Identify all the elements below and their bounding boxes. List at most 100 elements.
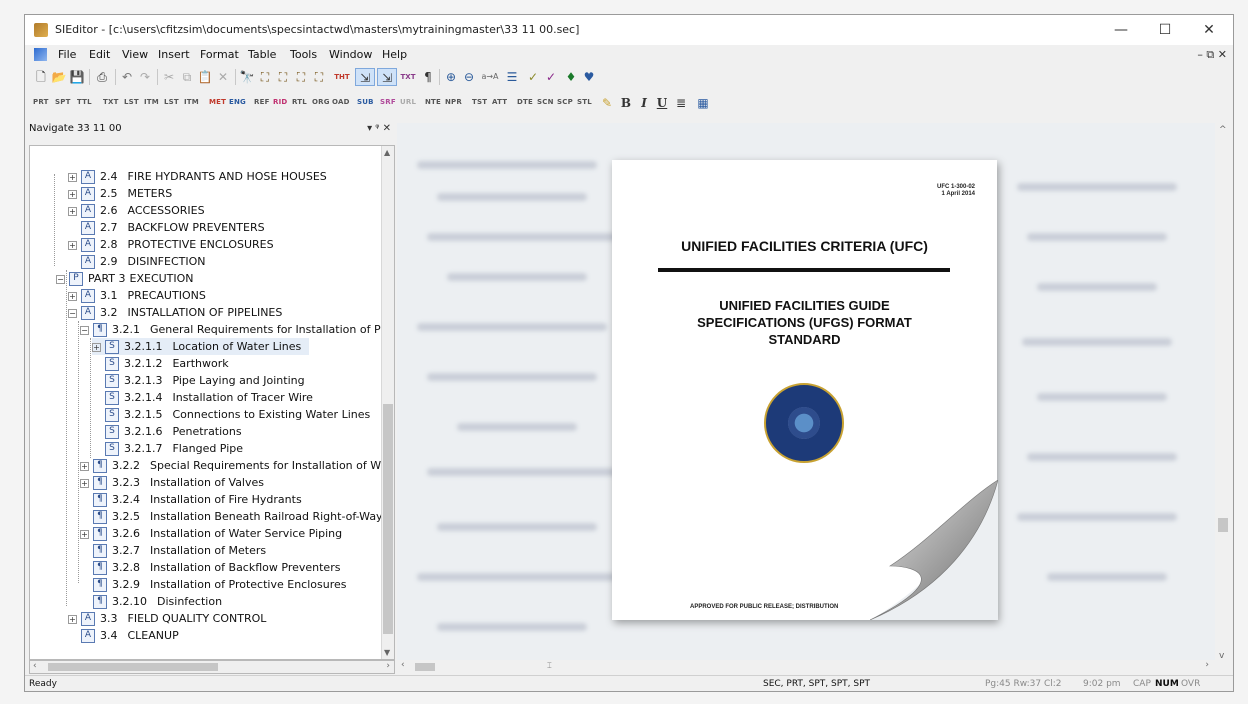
tree-node[interactable]: ¶ 3.2.9 Installation of Protective Enclosu… [93,576,346,593]
menu-format[interactable]: Format [200,48,239,61]
expand-icon[interactable]: + [80,461,89,471]
find-previous-icon[interactable]: ⛶ [275,68,291,86]
tag-stl-button[interactable]: STL [577,98,592,106]
mdi-window-controls[interactable]: – ⧉ ✕ [1197,48,1227,62]
tag-oad-button[interactable]: OAD [332,98,350,106]
maximize-button[interactable]: ☐ [1147,17,1183,43]
underline-button[interactable]: U [655,94,669,112]
tree-node[interactable]: ¶ 3.2.10 Disinfection [93,593,222,610]
document-icon[interactable] [34,48,47,61]
scrollbar-thumb[interactable] [383,404,393,634]
scroll-right-icon[interactable]: › [386,661,390,671]
navigator-vertical-scrollbar[interactable]: ▲ ▼ [381,146,394,659]
menu-table[interactable]: Table [248,48,276,61]
expand-icon[interactable]: + [80,478,89,488]
tree-node[interactable]: + A 3.3 FIELD QUALITY CONTROL [68,610,266,627]
tree-node[interactable]: + ¶ 3.2.6 Installation of Water Service Pip… [80,525,342,542]
open-icon[interactable]: 📂 [51,68,67,86]
show-tags-icon[interactable]: ⇲ [355,68,375,86]
tag-dte-button[interactable]: DTE [517,98,533,106]
zoom-in-icon[interactable]: ⊕ [443,68,459,86]
scrollbar-thumb[interactable] [1218,518,1228,532]
insert-icon[interactable]: ♦ [563,68,579,86]
tag-att-button[interactable]: ATT [492,98,507,106]
tag-met-button[interactable]: MET [209,98,226,106]
tree-node[interactable]: − ¶ 3.2.1 General Requirements for Installa… [80,321,394,338]
tree-node-selected[interactable]: + S 3.2.1.1 Location of Water Lines [92,338,310,355]
tag-prt-button[interactable]: PRT [33,98,49,106]
save-icon[interactable]: 💾 [69,68,85,86]
align-icon[interactable]: ≣ [673,94,689,112]
scroll-up-icon[interactable]: ▲ [384,148,390,157]
tag-nte-button[interactable]: NTE [425,98,441,106]
spellcheck-icon[interactable]: ✓ [525,68,541,86]
document-horizontal-scrollbar[interactable]: ‹ ⌶ › [397,660,1231,674]
spell-tags-icon[interactable]: TXT [399,68,417,86]
italic-button[interactable]: I [637,94,651,112]
tag-spt-button[interactable]: SPT [55,98,71,106]
navigator-pane-controls[interactable]: ▾ ᵠ ✕ [367,123,391,134]
expand-icon[interactable]: + [92,342,101,352]
tag-txt-button[interactable]: TXT [103,98,119,106]
zoom-out-icon[interactable]: ⊖ [461,68,477,86]
tag-rtl-button[interactable]: RTL [292,98,307,106]
pilcrow-icon[interactable]: ¶ [421,68,435,86]
tag-npr-button[interactable]: NPR [445,98,462,106]
tree-node[interactable]: S 3.2.1.3 Pipe Laying and Jointing [105,372,305,389]
tag-ttl-button[interactable]: TTL [77,98,92,106]
tag-eng-button[interactable]: ENG [229,98,246,106]
tree-node[interactable]: S 3.2.1.2 Earthwork [105,355,229,372]
tree-node[interactable]: S 3.2.1.5 Connections to Existing Water Li… [105,406,370,423]
scroll-right-icon[interactable]: › [1205,660,1209,670]
find-next-icon[interactable]: ⛶ [257,68,273,86]
tree-node[interactable]: ¶ 3.2.5 Installation Beneath Railroad Righ… [93,508,383,525]
tag-tst-button[interactable]: TST [472,98,487,106]
tag-org-button[interactable]: ORG [312,98,330,106]
menu-file[interactable]: File [58,48,76,61]
delete-icon[interactable]: ✕ [215,68,231,86]
tree-node[interactable]: S 3.2.1.6 Penetrations [105,423,242,440]
find-tag-icon[interactable]: ⛶ [311,68,327,86]
tree-node[interactable]: ¶ 3.2.7 Installation of Meters [93,542,266,559]
tree-node[interactable]: A 3.4 CLEANUP [81,627,179,644]
scroll-left-icon[interactable]: ‹ [401,660,405,670]
tag-toggle-icon[interactable]: THT [333,68,351,86]
tag-sub-button[interactable]: SUB [357,98,374,106]
tag-lst-end-button[interactable]: LST [164,98,179,106]
document-vertical-scrollbar[interactable]: ^ v [1215,123,1231,663]
help-icon[interactable]: ♥ [581,68,597,86]
menu-insert[interactable]: Insert [158,48,190,61]
tag-ref-button[interactable]: REF [254,98,270,106]
tree-node[interactable]: − P PART 3 EXECUTION [56,270,194,287]
tag-scp-button[interactable]: SCP [557,98,573,106]
tag-scn-button[interactable]: SCN [537,98,554,106]
paste-icon[interactable]: 📋 [197,68,213,86]
expand-icon[interactable]: + [68,291,77,301]
undo-icon[interactable]: ↶ [119,68,135,86]
sort-icon[interactable]: a→A [481,68,499,86]
print-icon[interactable]: ⎙ [93,68,111,86]
tree-node[interactable]: S 3.2.1.4 Installation of Tracer Wire [105,389,313,406]
collapse-icon[interactable]: − [56,274,65,284]
show-brackets-icon[interactable]: ⇲ [377,68,397,86]
navigator-horizontal-scrollbar[interactable]: ‹ › [29,660,395,674]
tree-node[interactable]: + A 2.6 ACCESSORIES [68,202,205,219]
scroll-left-icon[interactable]: ‹ [33,661,37,671]
tag-srf-button[interactable]: SRF [380,98,396,106]
expand-icon[interactable]: + [68,614,77,624]
tree-node[interactable]: S 3.2.1.7 Flanged Pipe [105,440,243,457]
list-icon[interactable]: ☰ [503,68,521,86]
tag-url-button[interactable]: URL [400,98,416,106]
expand-icon[interactable]: + [68,172,77,182]
replace-icon[interactable]: ⛶ [293,68,309,86]
tree-node[interactable]: A 2.9 DISINFECTION [81,253,205,270]
collapse-icon[interactable]: − [68,308,77,318]
menu-edit[interactable]: Edit [89,48,110,61]
tree-node[interactable]: ¶ 3.2.4 Installation of Fire Hydrants [93,491,302,508]
tree-node[interactable]: + A 2.8 PROTECTIVE ENCLOSURES [68,236,274,253]
tree-node[interactable]: A 2.7 BACKFLOW PREVENTERS [81,219,265,236]
highlight-icon[interactable]: ✎ [599,94,615,112]
expand-icon[interactable]: + [68,206,77,216]
expand-icon[interactable]: + [68,189,77,199]
scroll-up-icon[interactable]: ^ [1219,125,1227,135]
